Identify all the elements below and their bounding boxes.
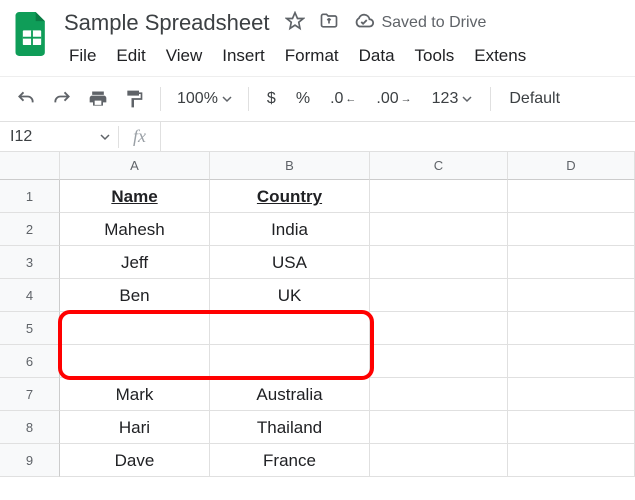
menu-file[interactable]: File [60,42,105,70]
star-icon[interactable] [285,11,305,36]
formula-input[interactable] [160,122,635,151]
percent-button[interactable]: % [288,83,318,115]
row-header[interactable]: 7 [0,378,60,411]
cell[interactable] [508,411,635,444]
decrease-decimal-button[interactable]: .0← [322,83,364,115]
cell[interactable]: Dave [60,444,210,477]
menu-format[interactable]: Format [276,42,348,70]
fx-label: fx [119,126,160,147]
cell[interactable] [508,213,635,246]
cell-reference-box[interactable]: I12 [0,128,118,146]
cell[interactable] [370,213,508,246]
menu-insert[interactable]: Insert [213,42,274,70]
cell[interactable] [370,345,508,378]
redo-button[interactable] [46,83,78,115]
font-dropdown[interactable]: Default [501,83,568,115]
menu-edit[interactable]: Edit [107,42,154,70]
increase-decimal-button[interactable]: .00→ [368,83,419,115]
formula-bar: I12 fx [0,122,635,152]
col-header-b[interactable]: B [210,152,370,180]
cell[interactable] [60,312,210,345]
cell[interactable] [370,378,508,411]
row-header[interactable]: 3 [0,246,60,279]
zoom-dropdown[interactable]: 100% [171,90,238,108]
col-header-d[interactable]: D [508,152,635,180]
select-all-corner[interactable] [0,152,60,180]
col-header-c[interactable]: C [370,152,508,180]
row-header[interactable]: 2 [0,213,60,246]
cell[interactable] [508,378,635,411]
undo-button[interactable] [10,83,42,115]
row-header[interactable]: 8 [0,411,60,444]
cell[interactable]: France [210,444,370,477]
cell[interactable]: Name [60,180,210,213]
cell[interactable] [370,312,508,345]
cell[interactable] [370,444,508,477]
cell[interactable]: USA [210,246,370,279]
row-header[interactable]: 1 [0,180,60,213]
currency-button[interactable]: $ [259,83,284,115]
cell[interactable]: Hari [60,411,210,444]
cell[interactable] [60,345,210,378]
cell[interactable]: Jeff [60,246,210,279]
cell[interactable] [508,312,635,345]
cell[interactable]: Mark [60,378,210,411]
cell[interactable] [508,345,635,378]
menu-extensions[interactable]: Extens [465,42,535,70]
cell[interactable] [508,279,635,312]
paint-format-button[interactable] [118,83,150,115]
move-icon[interactable] [319,11,339,36]
cell[interactable] [210,312,370,345]
cell[interactable]: Country [210,180,370,213]
spreadsheet-grid: A B C D 1NameCountry 2MaheshIndia 3JeffU… [0,152,635,477]
cell[interactable] [508,444,635,477]
cell[interactable]: Australia [210,378,370,411]
cell[interactable] [508,246,635,279]
cell[interactable] [370,246,508,279]
cell[interactable] [370,180,508,213]
print-button[interactable] [82,83,114,115]
menu-bar: File Edit View Insert Format Data Tools … [60,42,623,70]
doc-title[interactable]: Sample Spreadsheet [60,8,273,38]
cell[interactable] [210,345,370,378]
cell[interactable] [370,411,508,444]
cell[interactable] [370,279,508,312]
cloud-icon [353,10,375,37]
sheets-logo[interactable] [12,8,52,60]
toolbar: 100% $ % .0← .00→ 123 Default [0,76,635,122]
menu-tools[interactable]: Tools [406,42,464,70]
cell[interactable]: Ben [60,279,210,312]
cell[interactable]: Mahesh [60,213,210,246]
col-header-a[interactable]: A [60,152,210,180]
row-header[interactable]: 5 [0,312,60,345]
cell[interactable]: India [210,213,370,246]
menu-data[interactable]: Data [350,42,404,70]
save-status-text: Saved to Drive [381,14,486,32]
row-header[interactable]: 4 [0,279,60,312]
row-header[interactable]: 6 [0,345,60,378]
cell[interactable]: UK [210,279,370,312]
number-format-dropdown[interactable]: 123 [424,83,481,115]
menu-view[interactable]: View [157,42,212,70]
row-header[interactable]: 9 [0,444,60,477]
cell[interactable] [508,180,635,213]
cell[interactable]: Thailand [210,411,370,444]
